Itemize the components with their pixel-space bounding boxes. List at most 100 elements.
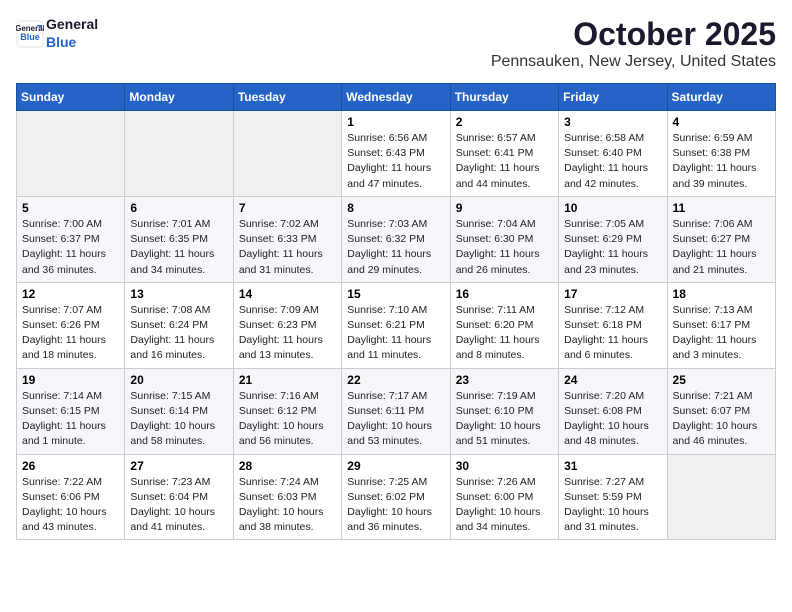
calendar-cell: 1Sunrise: 6:56 AMSunset: 6:43 PMDaylight… — [342, 111, 450, 197]
calendar-cell: 4 Sunrise: 6:59 AMSunset: 6:38 PMDaylight… — [667, 111, 775, 197]
day-number: 12 — [22, 287, 119, 301]
day-number: 19 — [22, 373, 119, 387]
day-number: 29 — [347, 459, 444, 473]
day-number: 28 — [239, 459, 336, 473]
calendar-cell: 22 Sunrise: 7:17 AMSunset: 6:11 PMDayligh… — [342, 368, 450, 454]
day-of-week-header: Wednesday — [342, 84, 450, 111]
day-number: 14 — [239, 287, 336, 301]
logo-icon: General Blue — [16, 20, 44, 48]
calendar-cell: 30 Sunrise: 7:26 AMSunset: 6:00 PMDayligh… — [450, 454, 558, 540]
calendar-cell: 16Sunrise: 7:11 AMSunset: 6:20 PMDayligh… — [450, 282, 558, 368]
day-number: 26 — [22, 459, 119, 473]
day-info: Sunrise: 7:06 AMSunset: 6:27 PMDaylight:… — [673, 217, 770, 278]
calendar-cell: 24 Sunrise: 7:20 AMSunset: 6:08 PMDayligh… — [559, 368, 667, 454]
calendar-subtitle: Pennsauken, New Jersey, United States — [491, 53, 776, 71]
calendar-cell: 26 Sunrise: 7:22 AMSunset: 6:06 PMDayligh… — [17, 454, 125, 540]
calendar-cell: 8Sunrise: 7:03 AMSunset: 6:32 PMDaylight… — [342, 196, 450, 282]
day-info: Sunrise: 7:23 AMSunset: 6:04 PMDaylight:… — [130, 475, 227, 536]
day-info: Sunrise: 7:21 AMSunset: 6:07 PMDaylight:… — [673, 389, 770, 450]
calendar-cell: 5 Sunrise: 7:00 AMSunset: 6:37 PMDaylight… — [17, 196, 125, 282]
day-info: Sunrise: 6:58 AMSunset: 6:40 PMDaylight:… — [564, 131, 661, 192]
day-info: Sunrise: 7:22 AMSunset: 6:06 PMDaylight:… — [22, 475, 119, 536]
calendar-cell — [233, 111, 341, 197]
day-number: 17 — [564, 287, 661, 301]
calendar-table: SundayMondayTuesdayWednesdayThursdayFrid… — [16, 83, 776, 540]
day-number: 25 — [673, 373, 770, 387]
day-info: Sunrise: 6:59 AMSunset: 6:38 PMDaylight:… — [673, 131, 770, 192]
calendar-title: October 2025 — [491, 16, 776, 53]
logo-and-header: General Blue General Blue October 2025 P… — [16, 16, 776, 75]
day-number: 5 — [22, 201, 119, 215]
day-info: Sunrise: 7:27 AMSunset: 5:59 PMDaylight:… — [564, 475, 661, 536]
logo-text-blue: Blue — [46, 34, 76, 50]
calendar-cell: 19 Sunrise: 7:14 AMSunset: 6:15 PMDayligh… — [17, 368, 125, 454]
calendar-week-row: 19 Sunrise: 7:14 AMSunset: 6:15 PMDayligh… — [17, 368, 776, 454]
day-info: Sunrise: 7:24 AMSunset: 6:03 PMDaylight:… — [239, 475, 336, 536]
calendar-cell: 28 Sunrise: 7:24 AMSunset: 6:03 PMDayligh… — [233, 454, 341, 540]
calendar-cell: 10 Sunrise: 7:05 AMSunset: 6:29 PMDayligh… — [559, 196, 667, 282]
calendar-cell: 6 Sunrise: 7:01 AMSunset: 6:35 PMDaylight… — [125, 196, 233, 282]
calendar-header-row: SundayMondayTuesdayWednesdayThursdayFrid… — [17, 84, 776, 111]
day-info: Sunrise: 7:17 AMSunset: 6:11 PMDaylight:… — [347, 389, 444, 450]
calendar-cell: 31Sunrise: 7:27 AMSunset: 5:59 PMDayligh… — [559, 454, 667, 540]
day-info: Sunrise: 7:26 AMSunset: 6:00 PMDaylight:… — [456, 475, 553, 536]
day-info: Sunrise: 7:10 AMSunset: 6:21 PMDaylight:… — [347, 303, 444, 364]
day-info: Sunrise: 7:15 AMSunset: 6:14 PMDaylight:… — [130, 389, 227, 450]
day-number: 3 — [564, 115, 661, 129]
day-number: 6 — [130, 201, 227, 215]
day-number: 30 — [456, 459, 553, 473]
day-number: 24 — [564, 373, 661, 387]
calendar-cell: 23 Sunrise: 7:19 AMSunset: 6:10 PMDayligh… — [450, 368, 558, 454]
day-of-week-header: Thursday — [450, 84, 558, 111]
logo-text-general: General — [46, 16, 98, 32]
day-info: Sunrise: 7:00 AMSunset: 6:37 PMDaylight:… — [22, 217, 119, 278]
day-number: 10 — [564, 201, 661, 215]
calendar-cell: 7 Sunrise: 7:02 AMSunset: 6:33 PMDaylight… — [233, 196, 341, 282]
day-info: Sunrise: 7:11 AMSunset: 6:20 PMDaylight:… — [456, 303, 553, 364]
day-info: Sunrise: 7:02 AMSunset: 6:33 PMDaylight:… — [239, 217, 336, 278]
calendar-cell — [17, 111, 125, 197]
day-of-week-header: Saturday — [667, 84, 775, 111]
day-number: 11 — [673, 201, 770, 215]
calendar-cell: 29 Sunrise: 7:25 AMSunset: 6:02 PMDayligh… — [342, 454, 450, 540]
calendar-cell — [667, 454, 775, 540]
day-info: Sunrise: 7:25 AMSunset: 6:02 PMDaylight:… — [347, 475, 444, 536]
day-info: Sunrise: 7:14 AMSunset: 6:15 PMDaylight:… — [22, 389, 119, 450]
calendar-week-row: 26 Sunrise: 7:22 AMSunset: 6:06 PMDayligh… — [17, 454, 776, 540]
day-number: 7 — [239, 201, 336, 215]
day-info: Sunrise: 6:56 AMSunset: 6:43 PMDaylight:… — [347, 131, 444, 192]
calendar-week-row: 5 Sunrise: 7:00 AMSunset: 6:37 PMDaylight… — [17, 196, 776, 282]
day-info: Sunrise: 7:07 AMSunset: 6:26 PMDaylight:… — [22, 303, 119, 364]
calendar-cell: 9Sunrise: 7:04 AMSunset: 6:30 PMDaylight… — [450, 196, 558, 282]
day-info: Sunrise: 7:16 AMSunset: 6:12 PMDaylight:… — [239, 389, 336, 450]
calendar-cell: 27 Sunrise: 7:23 AMSunset: 6:04 PMDayligh… — [125, 454, 233, 540]
day-number: 9 — [456, 201, 553, 215]
day-info: Sunrise: 7:01 AMSunset: 6:35 PMDaylight:… — [130, 217, 227, 278]
calendar-week-row: 1Sunrise: 6:56 AMSunset: 6:43 PMDaylight… — [17, 111, 776, 197]
day-info: Sunrise: 7:13 AMSunset: 6:17 PMDaylight:… — [673, 303, 770, 364]
calendar-cell: 11 Sunrise: 7:06 AMSunset: 6:27 PMDayligh… — [667, 196, 775, 282]
calendar-cell: 21Sunrise: 7:16 AMSunset: 6:12 PMDayligh… — [233, 368, 341, 454]
day-info: Sunrise: 7:09 AMSunset: 6:23 PMDaylight:… — [239, 303, 336, 364]
calendar-cell: 13Sunrise: 7:08 AMSunset: 6:24 PMDayligh… — [125, 282, 233, 368]
day-info: Sunrise: 7:08 AMSunset: 6:24 PMDaylight:… — [130, 303, 227, 364]
day-number: 27 — [130, 459, 227, 473]
day-info: Sunrise: 7:19 AMSunset: 6:10 PMDaylight:… — [456, 389, 553, 450]
day-number: 22 — [347, 373, 444, 387]
day-info: Sunrise: 7:20 AMSunset: 6:08 PMDaylight:… — [564, 389, 661, 450]
day-of-week-header: Friday — [559, 84, 667, 111]
calendar-header: October 2025 Pennsauken, New Jersey, Uni… — [491, 16, 776, 71]
day-info: Sunrise: 7:03 AMSunset: 6:32 PMDaylight:… — [347, 217, 444, 278]
day-of-week-header: Tuesday — [233, 84, 341, 111]
calendar-cell: 25 Sunrise: 7:21 AMSunset: 6:07 PMDayligh… — [667, 368, 775, 454]
calendar-cell: 15Sunrise: 7:10 AMSunset: 6:21 PMDayligh… — [342, 282, 450, 368]
day-info: Sunrise: 7:05 AMSunset: 6:29 PMDaylight:… — [564, 217, 661, 278]
day-info: Sunrise: 6:57 AMSunset: 6:41 PMDaylight:… — [456, 131, 553, 192]
day-number: 20 — [130, 373, 227, 387]
calendar-cell: 14 Sunrise: 7:09 AMSunset: 6:23 PMDayligh… — [233, 282, 341, 368]
logo: General Blue General Blue — [16, 16, 98, 52]
day-info: Sunrise: 7:12 AMSunset: 6:18 PMDaylight:… — [564, 303, 661, 364]
day-number: 23 — [456, 373, 553, 387]
day-number: 4 — [673, 115, 770, 129]
calendar-cell: 18Sunrise: 7:13 AMSunset: 6:17 PMDayligh… — [667, 282, 775, 368]
